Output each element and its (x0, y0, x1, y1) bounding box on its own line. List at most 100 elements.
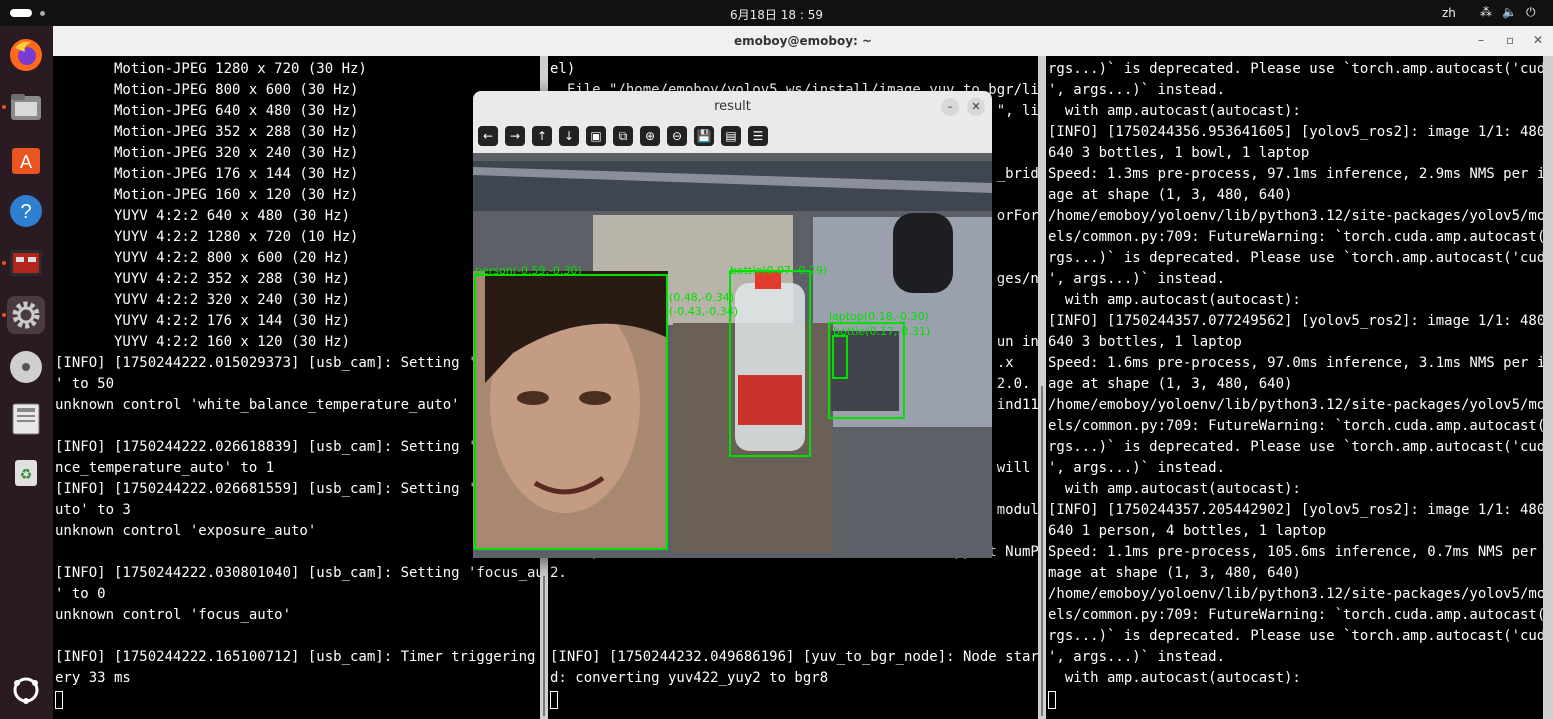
terminal-line: ', args...)` instead. (1048, 82, 1226, 98)
terminal-titlebar[interactable]: emoboy@emoboy: ~ – ▫ ✕ (53, 26, 1553, 57)
power-icon[interactable]: ⏻ (1526, 5, 1536, 20)
pan-left-icon[interactable]: ← (478, 126, 498, 146)
zoom-fit-icon[interactable]: ▣ (586, 126, 606, 146)
terminal-line: Motion-JPEG 160 x 120 (30 Hz) (55, 187, 359, 203)
pan-up-icon[interactable]: ↑ (532, 126, 552, 146)
detection-label: (-0.43,-0.34) (669, 305, 738, 318)
save-icon[interactable]: 💾 (694, 126, 714, 146)
scrollbar-thumb[interactable] (1041, 386, 1043, 716)
pan-down-icon[interactable]: ↓ (559, 126, 579, 146)
copy-icon[interactable]: ▤ (721, 126, 741, 146)
pane-text-left: Motion-JPEG 1280 x 720 (30 Hz) Motion-JP… (55, 59, 540, 709)
terminal-line: d: converting yuv422_yuy2 to bgr8 (550, 670, 829, 686)
terminal-line: Speed: 1.1ms pre-process, 105.6ms infere… (1048, 544, 1543, 560)
terminal-line: [INFO] [1750244356.953641605] [yolov5_ro… (1048, 124, 1543, 140)
pan-right-icon[interactable]: → (505, 126, 525, 146)
terminal-title: emoboy@emoboy: ~ (733, 34, 873, 48)
pane-text-right: rgs...)` is deprecated. Please use `torc… (1048, 59, 1543, 709)
terminal-line: with amp.autocast(autocast): (1048, 670, 1301, 686)
input-language[interactable]: zh (1442, 6, 1456, 20)
terminal-line: with amp.autocast(autocast): (1048, 481, 1301, 497)
settings-icon[interactable] (7, 296, 45, 334)
zoom-out-icon[interactable]: ⊖ (667, 126, 687, 146)
terminal-line: with amp.autocast(autocast): (1048, 103, 1301, 119)
properties-icon[interactable]: ☰ (748, 126, 768, 146)
terminal-line: YUYV 4:2:2 1280 x 720 (10 Hz) (55, 229, 359, 245)
svg-text:♻: ♻ (20, 467, 33, 483)
terminal-line: [INFO] [1750244222.030801040] [usb_cam]:… (55, 565, 540, 581)
dock: A ? ♻ (0, 26, 53, 719)
top-bar: 6月18日 18 : 59 zh ⁂ 🔈 ⏻ (0, 0, 1553, 26)
terminal-line: /home/emoboy/yoloenv/lib/python3.12/site… (1048, 208, 1543, 224)
disc-icon[interactable] (7, 348, 45, 386)
zoom-in-icon[interactable]: ⊕ (640, 126, 660, 146)
detection-label: (0.48,-0.34) (669, 291, 734, 304)
system-monitor-icon[interactable] (7, 244, 45, 282)
pane-scrollbar[interactable] (1543, 56, 1553, 719)
terminal-line: mage at shape (1, 3, 480, 640) (1048, 565, 1301, 581)
minimize-icon[interactable]: – (941, 98, 959, 116)
svg-text:?: ? (20, 201, 31, 223)
terminal-line: YUYV 4:2:2 640 x 480 (30 Hz) (55, 208, 351, 224)
terminal-cursor (1048, 691, 1056, 709)
scrollbar-thumb[interactable] (543, 576, 545, 716)
terminal-line: Speed: 1.6ms pre-process, 97.0ms inferen… (1048, 355, 1543, 371)
terminal-line: YUYV 4:2:2 320 x 240 (30 Hz) (55, 292, 351, 308)
zoom-original-icon[interactable]: ⧉ (613, 126, 633, 146)
terminal-line: Motion-JPEG 800 x 600 (30 Hz) (55, 82, 359, 98)
help-icon[interactable]: ? (7, 192, 45, 230)
network-icon[interactable]: ⁂ (1480, 5, 1492, 19)
terminal-line: el) (550, 61, 576, 77)
volume-icon[interactable]: 🔈 (1502, 5, 1517, 19)
terminal-line: Motion-JPEG 176 x 144 (30 Hz) (55, 166, 359, 182)
terminal-line: [INFO] [1750244222.015029373] [usb_cam]:… (55, 355, 502, 371)
terminal-line: ' to 50 (55, 376, 115, 392)
terminal-line: YUYV 4:2:2 160 x 120 (30 Hz) (55, 334, 351, 350)
files-icon[interactable] (7, 88, 45, 126)
terminal-line: [INFO] [1750244222.165100712] [usb_cam]:… (55, 649, 540, 665)
terminal-line: unknown control 'exposure_auto' (55, 523, 317, 539)
terminal-line: rgs...)` is deprecated. Please use `torc… (1048, 61, 1543, 77)
terminal-line: Motion-JPEG 640 x 480 (30 Hz) (55, 103, 359, 119)
show-apps-icon[interactable] (7, 671, 45, 709)
terminal-line: YUYV 4:2:2 176 x 144 (30 Hz) (55, 313, 351, 329)
terminal-line: Speed: 1.3ms pre-process, 97.1ms inferen… (1048, 166, 1543, 182)
terminal-line: 2. (550, 565, 567, 581)
terminal-line: els/common.py:709: FutureWarning: `torch… (1048, 418, 1543, 434)
terminal-line: [INFO] [1750244222.026618839] [usb_cam]:… (55, 439, 502, 455)
detection-label: person(-0.59,-0.30) (475, 264, 582, 277)
terminal-line: 640 3 bottles, 1 laptop (1048, 334, 1242, 350)
pane-divider[interactable] (1038, 56, 1046, 719)
terminal-line: ' to 0 (55, 586, 106, 602)
settings-running-indicator (2, 313, 6, 317)
close-icon[interactable]: ✕ (967, 98, 985, 116)
terminal-line: uto' to 3 (55, 502, 131, 518)
detection-label: bottle(0.17,-0.31) (833, 325, 930, 338)
result-window[interactable]: result – ✕ ← → ↑ ↓ ▣ ⧉ ⊕ ⊖ 💾 ▤ ☰ person(-0.59,-0.3… (473, 91, 992, 558)
terminal-line: nce_temperature_auto' to 1 (55, 460, 275, 476)
terminal-line: unknown control 'white_balance_temperatu… (55, 397, 460, 413)
maximize-icon[interactable]: ▫ (1506, 33, 1514, 47)
terminal-line: ', args...)` instead. (1048, 271, 1226, 287)
terminal-line: age at shape (1, 3, 480, 640) (1048, 187, 1293, 203)
terminal-pane-left[interactable]: Motion-JPEG 1280 x 720 (30 Hz) Motion-JP… (53, 56, 540, 719)
app-center-icon[interactable]: A (7, 140, 45, 178)
terminal-line: els/common.py:709: FutureWarning: `torch… (1048, 607, 1543, 623)
trash-icon[interactable]: ♻ (7, 452, 45, 490)
close-icon[interactable]: ✕ (1533, 33, 1543, 47)
terminal-pane-right[interactable]: rgs...)` is deprecated. Please use `torc… (1046, 56, 1543, 719)
minimize-icon[interactable]: – (1478, 33, 1484, 47)
terminal-line: age at shape (1, 3, 480, 640) (1048, 376, 1293, 392)
terminal-line: YUYV 4:2:2 800 x 600 (20 Hz) (55, 250, 351, 266)
terminal-cursor (550, 691, 558, 709)
svg-text:A: A (20, 152, 32, 172)
save-icon[interactable] (7, 400, 45, 438)
clock[interactable]: 6月18日 18 : 59 (0, 6, 1553, 23)
terminal-line: Motion-JPEG 320 x 240 (30 Hz) (55, 145, 359, 161)
terminal-line: with amp.autocast(autocast): (1048, 292, 1301, 308)
firefox-icon[interactable] (7, 36, 45, 74)
